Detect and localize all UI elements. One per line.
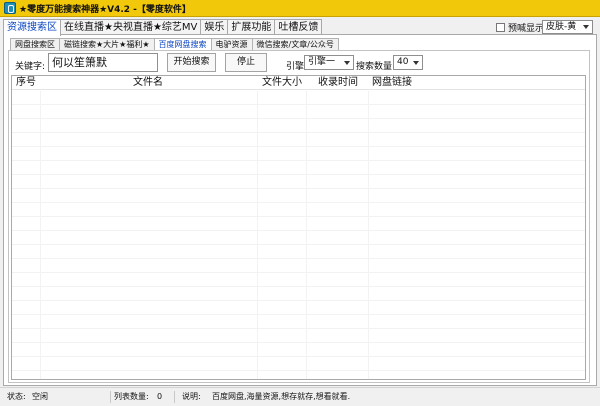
skin-select-value: 皮肤-黄 (546, 22, 577, 32)
grid-col-line (40, 91, 41, 379)
table-row (12, 216, 585, 217)
tab-entertainment[interactable]: 娱乐 (200, 19, 229, 35)
status-value: 空闲 (32, 392, 48, 401)
tab-extensions[interactable]: 扩展功能 (227, 19, 276, 35)
window-title: ★零度万能搜索神器★V4.2 -【零度软件】 (19, 5, 191, 15)
table-row (12, 356, 585, 357)
engine-select[interactable]: 引擎一 (304, 55, 354, 70)
search-count-select[interactable]: 40 (393, 55, 423, 70)
tab-resource-search[interactable]: 资源搜索区 (3, 19, 61, 36)
table-row (12, 328, 585, 329)
table-row (12, 272, 585, 273)
table-row (12, 160, 585, 161)
table-row (12, 370, 585, 371)
column-header-file-size[interactable]: 文件大小 (262, 76, 302, 90)
table-row (12, 132, 585, 133)
table-row (12, 146, 585, 147)
start-search-button[interactable]: 开始搜索 (167, 53, 216, 72)
column-header-pan-link[interactable]: 网盘链接 (372, 76, 412, 90)
results-table[interactable]: 序号 文件名 文件大小 收录时间 网盘链接 (11, 75, 586, 380)
table-row (12, 230, 585, 231)
keyword-label: 关键字: (15, 62, 46, 72)
grid-col-line (368, 91, 369, 379)
table-header: 序号 文件名 文件大小 收录时间 网盘链接 (12, 76, 585, 90)
tab-live-stream[interactable]: 在线直播★央视直播★综艺MV (60, 19, 202, 35)
table-row (12, 300, 585, 301)
search-count-label: 搜索数量: (356, 62, 396, 72)
grid-col-line (257, 91, 258, 379)
status-bar: 状态: 空闲 列表数量: 0 说明: 百度网盘,海量资源,想存就存,想看就看. (0, 387, 600, 406)
column-header-file-name[interactable]: 文件名 (133, 76, 163, 90)
note-value: 百度网盘,海量资源,想存就存,想看就看. (212, 392, 351, 401)
dropdown-arrow-icon (583, 25, 589, 29)
table-row (12, 258, 585, 259)
table-row (12, 188, 585, 189)
search-count-value: 40 (397, 57, 409, 67)
list-count-label: 列表数量: (114, 392, 149, 401)
table-row (12, 244, 585, 245)
dropdown-arrow-icon (344, 61, 350, 65)
table-row (12, 118, 585, 119)
keyword-input[interactable]: 何以笙箫默 (48, 53, 158, 72)
table-row (12, 104, 585, 105)
app-icon (4, 2, 16, 14)
status-divider (110, 391, 111, 403)
engine-select-value: 引擎一 (308, 57, 336, 67)
title-bar: ★零度万能搜索神器★V4.2 -【零度软件】 (0, 0, 600, 17)
table-row (12, 202, 585, 203)
status-divider (174, 391, 175, 403)
skin-select[interactable]: 皮肤-黄 (542, 20, 593, 34)
tab-feedback[interactable]: 吐槽反馈 (274, 19, 323, 35)
list-count-value: 0 (157, 392, 163, 401)
table-row (12, 314, 585, 315)
table-row (12, 286, 585, 287)
status-label: 状态: (7, 392, 26, 401)
checkbox-icon[interactable] (496, 23, 505, 32)
note-label: 说明: (182, 392, 201, 401)
prevent-display-label: 预喊显示 (508, 24, 545, 34)
stop-button[interactable]: 停止 (225, 53, 267, 72)
table-row (12, 342, 585, 343)
prevent-display-option[interactable]: 预喊显示 (496, 21, 544, 34)
dropdown-arrow-icon (413, 61, 419, 65)
table-row (12, 174, 585, 175)
grid-col-line (306, 91, 307, 379)
column-header-index[interactable]: 序号 (16, 76, 36, 90)
top-tabs: 资源搜索区 在线直播★央视直播★综艺MV 娱乐 扩展功能 吐槽反馈 (3, 19, 323, 36)
app-window: ★零度万能搜索神器★V4.2 -【零度软件】 资源搜索区 在线直播★央视直播★综… (0, 0, 600, 406)
column-header-indexed-time[interactable]: 收录时间 (318, 76, 358, 90)
